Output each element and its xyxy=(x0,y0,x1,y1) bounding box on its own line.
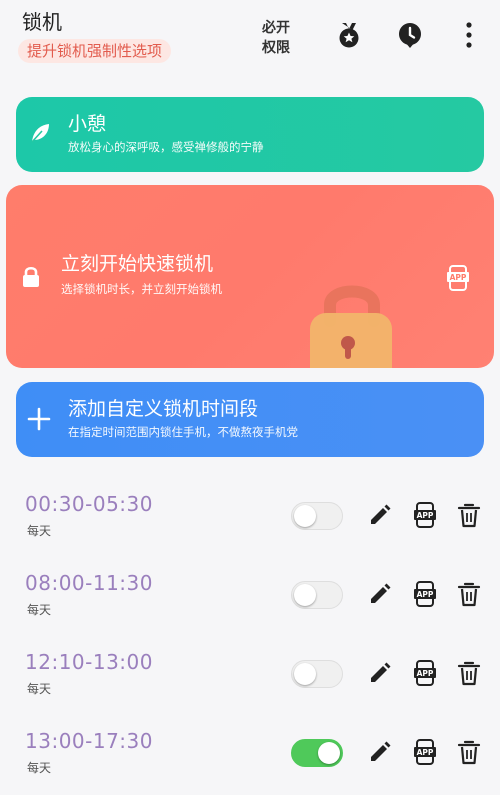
schedule-toggle[interactable] xyxy=(291,502,343,530)
rest-card-title: 小憩 xyxy=(68,113,107,135)
leaf-icon xyxy=(29,122,51,144)
schedule-repeat: 每天 xyxy=(27,603,52,617)
schedule-time: 12:10-13:00 xyxy=(25,650,153,674)
schedule-time: 08:00-11:30 xyxy=(25,571,153,595)
quick-lock-subtitle: 选择锁机时长，并立刻开始锁机 xyxy=(61,282,222,296)
lock-icon xyxy=(20,265,42,289)
add-period-subtitle: 在指定时间范围内锁住手机，不做熬夜手机党 xyxy=(68,425,298,439)
schedule-time: 00:30-05:30 xyxy=(25,492,153,516)
trash-icon[interactable] xyxy=(456,502,482,528)
permissions-label-line1: 必开 xyxy=(262,20,290,36)
schedule-toggle[interactable] xyxy=(291,581,343,609)
schedule-row[interactable]: 12:10-13:00 每天 APP xyxy=(0,650,500,720)
medal-icon[interactable] xyxy=(334,20,364,50)
schedule-time: 13:00-17:30 xyxy=(25,729,153,753)
trash-icon[interactable] xyxy=(456,739,482,765)
app-phone-icon[interactable]: APP xyxy=(412,502,438,528)
schedule-row[interactable]: 00:30-05:30 每天 APP xyxy=(0,492,500,562)
add-period-card[interactable]: 添加自定义锁机时间段 在指定时间范围内锁住手机，不做熬夜手机党 xyxy=(16,382,484,457)
app-phone-icon[interactable]: APP xyxy=(446,265,470,291)
schedule-row[interactable]: 08:00-11:30 每天 APP xyxy=(0,571,500,641)
schedule-repeat: 每天 xyxy=(27,761,52,775)
edit-icon[interactable] xyxy=(367,660,393,686)
schedule-toggle[interactable] xyxy=(291,660,343,688)
quick-lock-card[interactable]: 立刻开始快速锁机 选择锁机时长，并立刻开始锁机 APP xyxy=(6,185,494,368)
toggle-knob xyxy=(294,663,316,685)
add-period-title: 添加自定义锁机时间段 xyxy=(68,398,259,420)
permissions-button[interactable]: 必开 权限 xyxy=(252,18,300,58)
app-icon-label: APP xyxy=(417,669,434,678)
schedule-repeat: 每天 xyxy=(27,682,52,696)
edit-icon[interactable] xyxy=(367,739,393,765)
schedule-repeat: 每天 xyxy=(27,524,52,538)
app-icon-label: APP xyxy=(450,273,467,282)
trash-icon[interactable] xyxy=(456,581,482,607)
app-icon-label: APP xyxy=(417,511,434,520)
toggle-knob xyxy=(294,505,316,527)
trash-icon[interactable] xyxy=(456,660,482,686)
app-icon-label: APP xyxy=(417,590,434,599)
page-title: 锁机 xyxy=(22,10,62,34)
toggle-knob xyxy=(318,742,340,764)
edit-icon[interactable] xyxy=(367,581,393,607)
plus-icon xyxy=(27,407,51,431)
toggle-knob xyxy=(294,584,316,606)
promo-badge[interactable]: 提升锁机强制性选项 xyxy=(18,39,172,63)
app-icon-label: APP xyxy=(417,748,434,757)
app-phone-icon[interactable]: APP xyxy=(412,581,438,607)
app-header: 锁机 提升锁机强制性选项 必开 权限 xyxy=(0,0,500,80)
rest-card[interactable]: 小憩 放松身心的深呼吸，感受禅修般的宁静 xyxy=(16,97,484,172)
more-vertical-icon[interactable] xyxy=(454,20,484,50)
edit-icon[interactable] xyxy=(367,502,393,528)
quick-lock-title: 立刻开始快速锁机 xyxy=(61,253,214,275)
app-phone-icon[interactable]: APP xyxy=(412,739,438,765)
padlock-illustration-icon xyxy=(310,285,392,368)
app-phone-icon[interactable]: APP xyxy=(412,660,438,686)
permissions-label-line2: 权限 xyxy=(262,40,290,56)
schedule-row[interactable]: 13:00-17:30 每天 APP xyxy=(0,729,500,795)
schedule-toggle[interactable] xyxy=(291,739,343,767)
rest-card-subtitle: 放松身心的深呼吸，感受禅修般的宁静 xyxy=(68,140,264,154)
clock-icon[interactable] xyxy=(395,20,425,50)
